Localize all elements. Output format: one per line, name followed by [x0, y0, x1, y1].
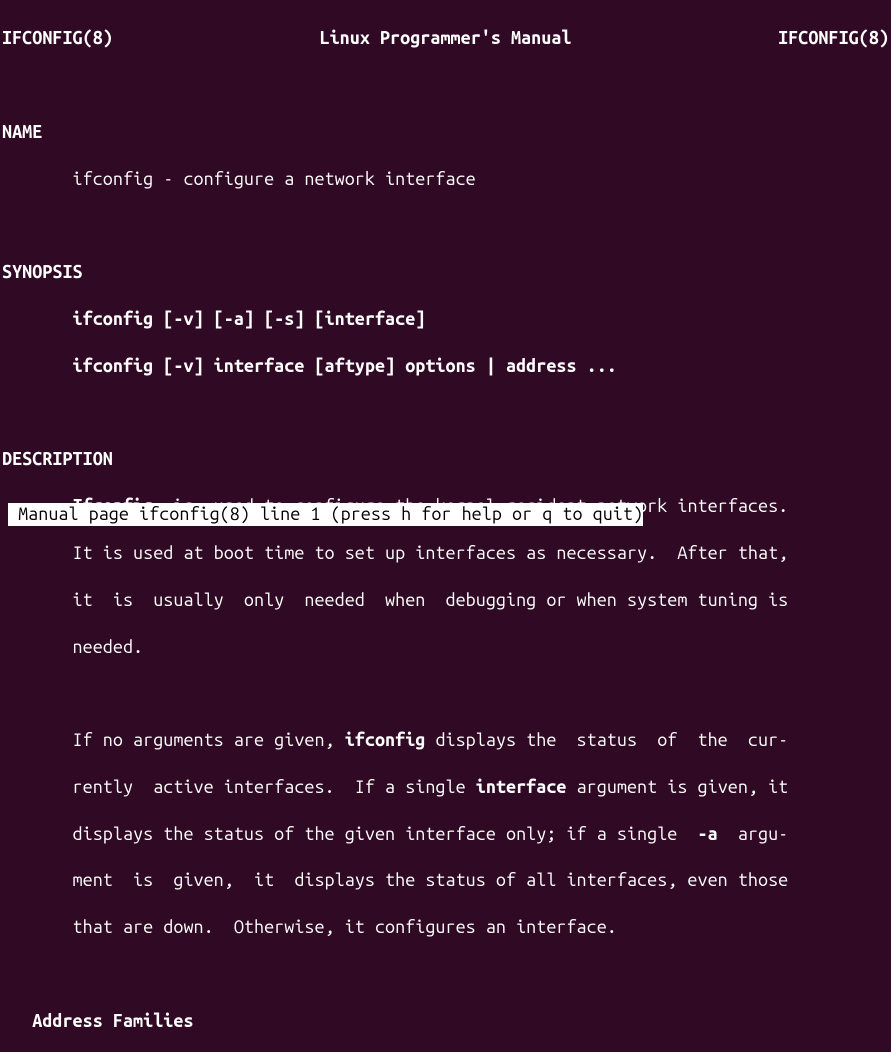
description-p2-l1: If no arguments are given, ifconfig disp…	[2, 729, 889, 752]
interface-bold: interface	[476, 777, 567, 797]
description-p2-l4: ment is given, it displays the status of…	[2, 869, 889, 892]
manpage-header: IFCONFIG(8) Linux Programmer's Manual IF…	[2, 27, 889, 50]
section-description-header: DESCRIPTION	[2, 448, 889, 471]
synopsis-line-1: ifconfig [-v] [-a] [-s] [interface]	[2, 308, 889, 331]
subsection-address-families: Address Families	[2, 1010, 889, 1033]
blank-line	[2, 682, 889, 705]
blank-line	[2, 963, 889, 986]
section-synopsis-header: SYNOPSIS	[2, 261, 889, 284]
flag-a-bold: -a	[698, 824, 718, 844]
header-right: IFCONFIG(8)	[778, 27, 889, 50]
description-p2-l5: that are down. Otherwise, it configures …	[2, 916, 889, 939]
manpage-content[interactable]: IFCONFIG(8) Linux Programmer's Manual IF…	[2, 4, 889, 1052]
description-p1-l4: needed.	[2, 636, 889, 659]
blank-line	[2, 74, 889, 97]
description-p1-l3: it is usually only needed when debugging…	[2, 589, 889, 612]
description-p1-l2: It is used at boot time to set up interf…	[2, 542, 889, 565]
section-name-header: NAME	[2, 121, 889, 144]
status-line[interactable]: Manual page ifconfig(8) line 1 (press h …	[8, 503, 643, 526]
description-p2-l3: displays the status of the given interfa…	[2, 823, 889, 846]
description-p2-l2: rently active interfaces. If a single in…	[2, 776, 889, 799]
ifconfig-bold: ifconfig	[345, 730, 426, 750]
header-left: IFCONFIG(8)	[2, 27, 113, 50]
blank-line	[2, 215, 889, 238]
header-center: Linux Programmer's Manual	[320, 27, 572, 50]
blank-line	[2, 402, 889, 425]
synopsis-line-2: ifconfig [-v] interface [aftype] options…	[2, 355, 889, 378]
name-body: ifconfig - configure a network interface	[2, 168, 889, 191]
